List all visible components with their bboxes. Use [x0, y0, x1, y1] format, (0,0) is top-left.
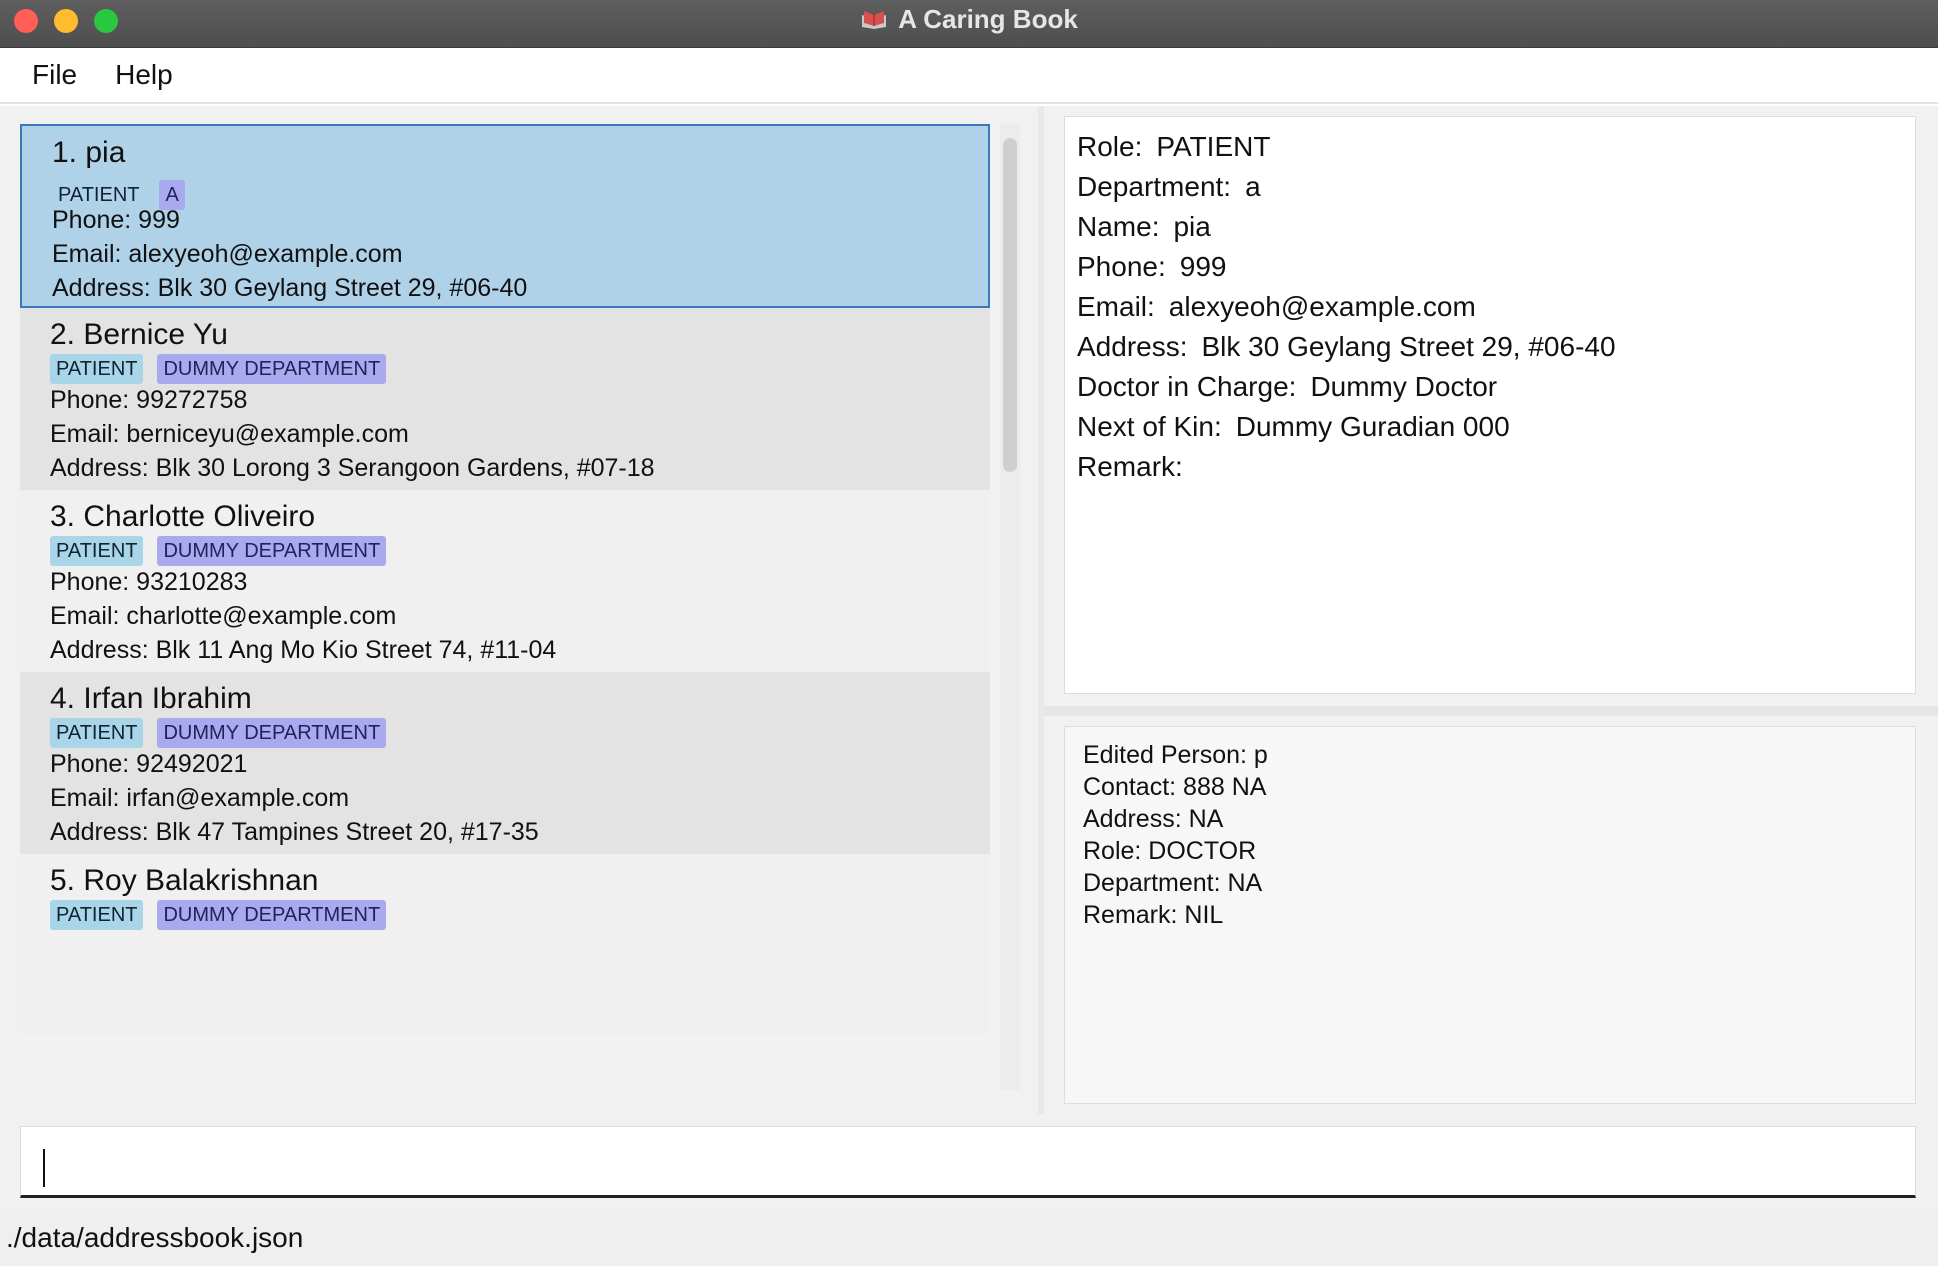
- result-line: Department: NA: [1083, 869, 1263, 897]
- role-tag: PATIENT: [50, 354, 144, 384]
- menu-file[interactable]: File: [20, 55, 89, 95]
- person-phone: Phone: 92492021: [50, 750, 248, 778]
- person-phone: Phone: 999: [52, 206, 180, 234]
- person-card[interactable]: 4. Irfan Ibrahim PATIENT DUMMY DEPARTMEN…: [20, 672, 990, 854]
- status-bar: ./data/addressbook.json: [0, 1210, 1938, 1266]
- role-tag: PATIENT: [50, 900, 144, 930]
- person-tags: PATIENT DUMMY DEPARTMENT: [50, 536, 387, 566]
- book-icon: [860, 9, 888, 29]
- command-input[interactable]: [21, 1127, 1915, 1195]
- menu-bar: File Help: [0, 48, 1938, 104]
- detail-name-row: Name: pia: [1077, 207, 1903, 247]
- person-tags: PATIENT DUMMY DEPARTMENT: [50, 718, 387, 748]
- person-card[interactable]: 5. Roy Balakrishnan PATIENT DUMMY DEPART…: [20, 854, 990, 1036]
- detail-name-label: Name:: [1077, 211, 1160, 242]
- result-line: Role: DOCTOR: [1083, 837, 1257, 865]
- window-title-wrap: A Caring Book: [0, 0, 1938, 38]
- department-tag: DUMMY DEPARTMENT: [157, 354, 387, 384]
- detail-department-value: a: [1245, 171, 1261, 202]
- detail-doctor-row: Doctor in Charge: Dummy Doctor: [1077, 367, 1903, 407]
- detail-email-label: Email:: [1077, 291, 1155, 322]
- data-file-path: ./data/addressbook.json: [6, 1222, 304, 1253]
- result-line: Address: NA: [1083, 805, 1224, 833]
- person-address: Address: Blk 11 Ang Mo Kio Street 74, #1…: [50, 636, 557, 664]
- person-tags: PATIENT DUMMY DEPARTMENT: [50, 354, 387, 384]
- person-email: Email: berniceyu@example.com: [50, 420, 409, 448]
- person-name: 2. Bernice Yu: [50, 318, 228, 351]
- detail-email-row: Email: alexyeoh@example.com: [1077, 287, 1903, 327]
- detail-phone-value: 999: [1179, 251, 1227, 282]
- person-list[interactable]: 1. pia PATIENT A Phone: 999 Email: alexy…: [20, 124, 1020, 1090]
- person-address: Address: Blk 30 Geylang Street 29, #06-4…: [52, 274, 528, 302]
- detail-department-label: Department:: [1077, 171, 1232, 202]
- department-tag: DUMMY DEPARTMENT: [157, 900, 387, 930]
- main-area: 1. pia PATIENT A Phone: 999 Email: alexy…: [0, 106, 1938, 1114]
- role-tag: PATIENT: [50, 718, 144, 748]
- command-area: [0, 1114, 1938, 1210]
- result-display: Edited Person: p Contact: 888 NA Address…: [1064, 726, 1916, 1104]
- person-card[interactable]: 3. Charlotte Oliveiro PATIENT DUMMY DEPA…: [20, 490, 990, 672]
- detail-address-label: Address:: [1077, 331, 1188, 362]
- detail-remark-label: Remark:: [1077, 451, 1183, 482]
- detail-remark-row: Remark:: [1077, 447, 1903, 487]
- result-line: Edited Person: p: [1083, 741, 1268, 769]
- person-phone: Phone: 93210283: [50, 568, 248, 596]
- detail-kin-value: Dummy Guradian 000: [1235, 411, 1510, 442]
- detail-address-row: Address: Blk 30 Geylang Street 29, #06-40: [1077, 327, 1903, 367]
- detail-doctor-value: Dummy Doctor: [1310, 371, 1498, 402]
- result-panel-container: Edited Person: p Contact: 888 NA Address…: [1044, 716, 1938, 1114]
- person-email: Email: charlotte@example.com: [50, 602, 397, 630]
- person-email: Email: irfan@example.com: [50, 784, 350, 812]
- detail-role-label: Role:: [1077, 131, 1143, 162]
- text-caret: [43, 1149, 45, 1187]
- result-line: Contact: 888 NA: [1083, 773, 1267, 801]
- person-name: 4. Irfan Ibrahim: [50, 682, 252, 715]
- detail-name-value: pia: [1173, 211, 1211, 242]
- detail-panel-container: Role: PATIENT Department: a Name: pia Phone…: [1044, 106, 1938, 706]
- detail-role-value: PATIENT: [1156, 131, 1271, 162]
- person-tags: PATIENT DUMMY DEPARTMENT: [50, 900, 387, 930]
- detail-kin-label: Next of Kin:: [1077, 411, 1222, 442]
- person-email: Email: alexyeoh@example.com: [52, 240, 403, 268]
- detail-role-row: Role: PATIENT: [1077, 127, 1903, 167]
- detail-phone-label: Phone:: [1077, 251, 1166, 282]
- result-line: Remark: NIL: [1083, 901, 1224, 929]
- detail-address-value: Blk 30 Geylang Street 29, #06-40: [1201, 331, 1616, 362]
- person-phone: Phone: 99272758: [50, 386, 248, 414]
- person-name: 5. Roy Balakrishnan: [50, 864, 319, 897]
- list-scrollbar[interactable]: [1000, 124, 1020, 1090]
- horizontal-split-divider[interactable]: [1044, 706, 1938, 716]
- person-address: Address: Blk 30 Lorong 3 Serangoon Garde…: [50, 454, 655, 482]
- scrollbar-thumb[interactable]: [1003, 138, 1017, 472]
- window-title: A Caring Book: [898, 3, 1078, 34]
- department-tag: DUMMY DEPARTMENT: [157, 718, 387, 748]
- department-tag: DUMMY DEPARTMENT: [157, 536, 387, 566]
- person-card[interactable]: 1. pia PATIENT A Phone: 999 Email: alexy…: [20, 124, 990, 308]
- person-name: 1. pia: [52, 136, 126, 169]
- detail-kin-row: Next of Kin: Dummy Guradian 000: [1077, 407, 1903, 447]
- detail-email-value: alexyeoh@example.com: [1168, 291, 1476, 322]
- detail-phone-row: Phone: 999: [1077, 247, 1903, 287]
- person-name: 3. Charlotte Oliveiro: [50, 500, 316, 533]
- detail-department-row: Department: a: [1077, 167, 1903, 207]
- menu-help[interactable]: Help: [103, 55, 185, 95]
- person-card[interactable]: 2. Bernice Yu PATIENT DUMMY DEPARTMENT P…: [20, 308, 990, 490]
- title-bar: A Caring Book: [0, 0, 1938, 48]
- command-box[interactable]: [20, 1126, 1916, 1198]
- person-detail-panel: Role: PATIENT Department: a Name: pia Phone…: [1064, 116, 1916, 694]
- detail-doctor-label: Doctor in Charge:: [1077, 371, 1297, 402]
- person-address: Address: Blk 47 Tampines Street 20, #17-…: [50, 818, 539, 846]
- role-tag: PATIENT: [50, 536, 144, 566]
